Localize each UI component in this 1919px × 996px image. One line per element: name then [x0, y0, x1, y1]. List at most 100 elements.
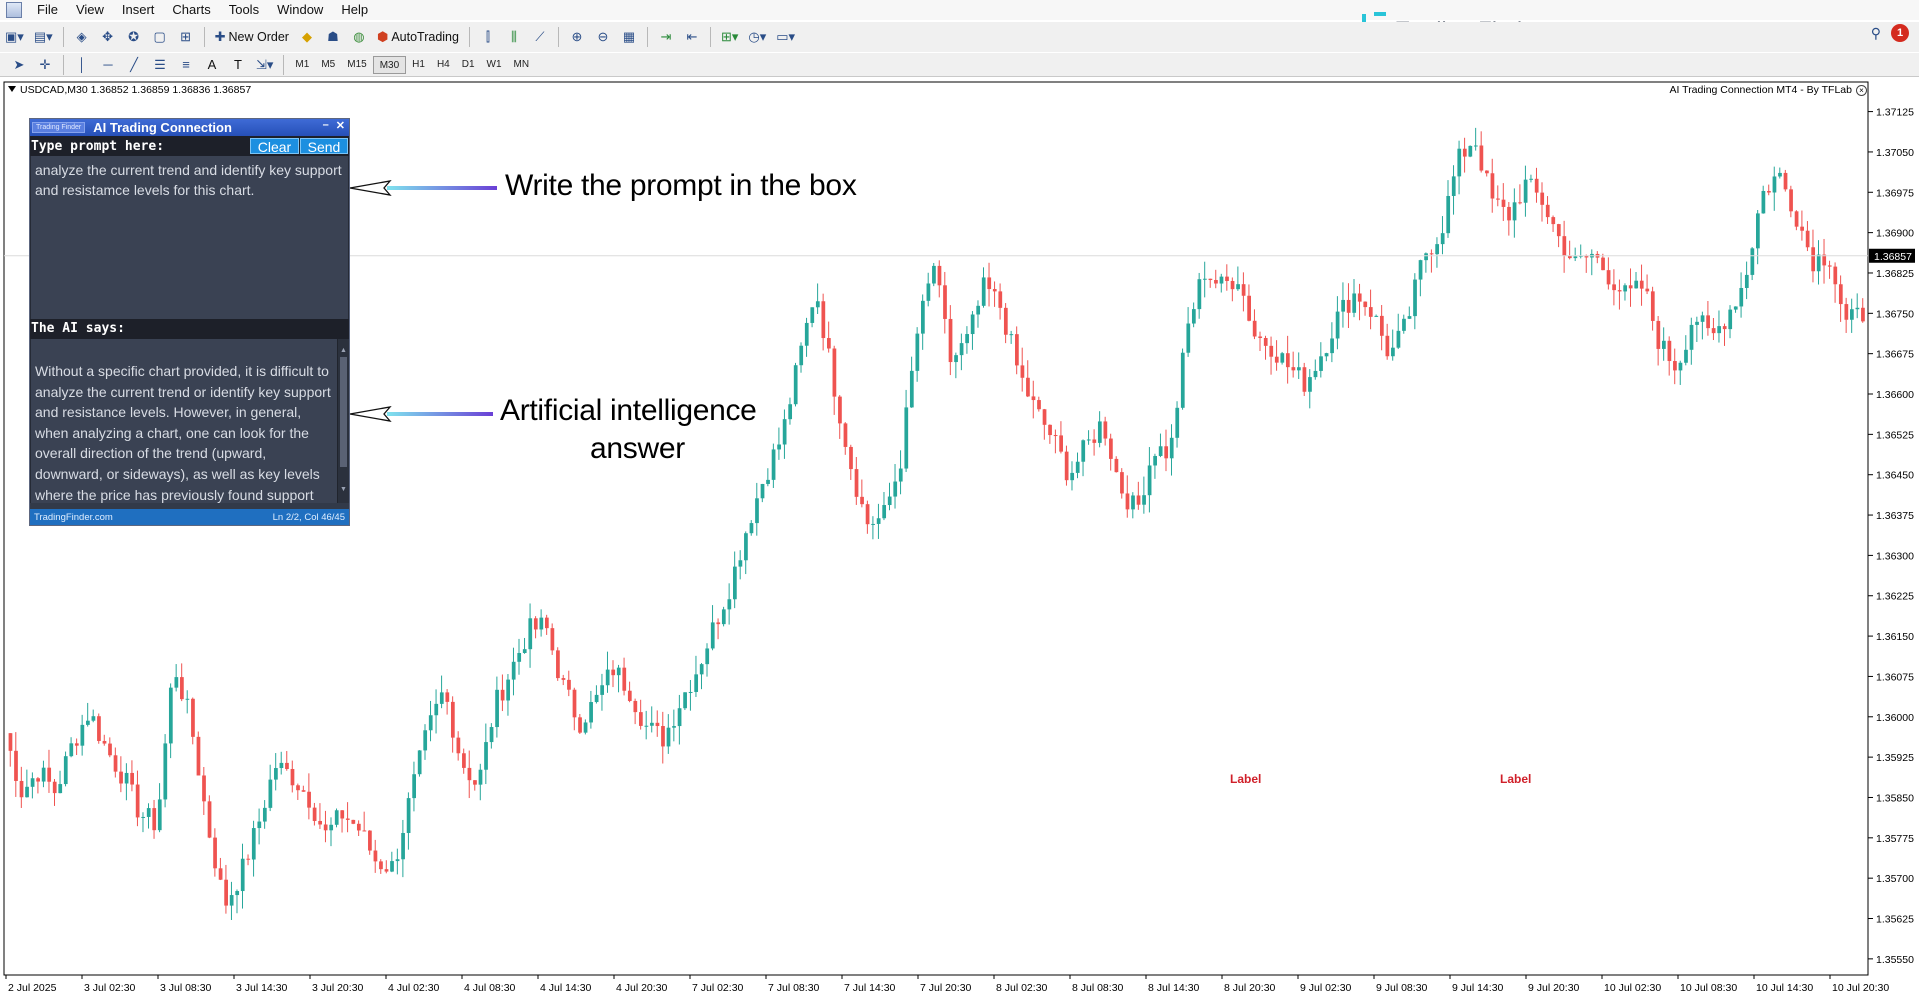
menu-insert[interactable]: Insert [113, 0, 164, 20]
trendline-icon[interactable]: ╱ [123, 54, 145, 76]
new-chart-icon[interactable]: ▣▾ [2, 26, 27, 48]
timeframe-m15[interactable]: M15 [341, 56, 372, 74]
minimize-icon[interactable]: – [323, 119, 329, 132]
strategy-tester-icon[interactable]: ⊞ [175, 26, 197, 48]
profiles-icon[interactable]: ▤▾ [31, 26, 56, 48]
vertical-line-icon[interactable]: │ [71, 54, 93, 76]
candle-body [578, 717, 582, 733]
candle-body [1556, 224, 1561, 237]
timeframe-d1[interactable]: D1 [456, 56, 481, 74]
zoom-out-icon[interactable]: ⊖ [592, 26, 614, 48]
line-chart-icon[interactable]: ⟋ [529, 26, 551, 48]
periods-icon[interactable]: ◷▾ [745, 26, 769, 48]
signals-icon[interactable]: ◍ [348, 26, 370, 48]
timeframe-w1[interactable]: W1 [481, 56, 508, 74]
close-icon[interactable]: ✕ [336, 119, 345, 132]
navigator-icon[interactable]: ✪ [123, 26, 145, 48]
timeframe-h1[interactable]: H1 [406, 56, 431, 74]
zoom-in-icon[interactable]: ⊕ [566, 26, 588, 48]
fibonacci-icon[interactable]: ≡ [175, 54, 197, 76]
data-window-icon[interactable]: ✥ [97, 26, 119, 48]
price-tick-label: 1.35850 [1876, 792, 1914, 804]
prompt-input[interactable]: analyze the current trend and identify k… [30, 156, 349, 319]
scroll-down-icon[interactable]: ▼ [340, 480, 347, 501]
candle-body [80, 724, 85, 746]
text-tool-icon[interactable]: A [201, 54, 223, 76]
cursor-icon[interactable]: ➤ [8, 54, 30, 76]
menu-file[interactable]: File [28, 0, 67, 20]
bar-chart-icon[interactable]: ⫿ [477, 26, 499, 48]
panel-header[interactable]: Trading Finder AI Trading Connection – ✕ [30, 119, 349, 136]
candle-body [1551, 217, 1556, 225]
timeframe-mn[interactable]: MN [508, 56, 536, 74]
timeframe-m1[interactable]: M1 [289, 56, 315, 74]
candle-body [821, 301, 826, 339]
menu-window[interactable]: Window [268, 0, 332, 20]
candle-body [1379, 315, 1384, 336]
collapse-triangle-icon [8, 86, 16, 92]
candle-body [583, 722, 588, 733]
new-order-button[interactable]: ✚ New Order [212, 26, 292, 48]
market-watch-icon[interactable]: ◈ [71, 26, 93, 48]
candle-body [533, 618, 538, 630]
candle-body [163, 743, 168, 800]
chart-shift-icon[interactable]: ⇤ [681, 26, 703, 48]
timeframe-h4[interactable]: H4 [431, 56, 456, 74]
candle-body [1789, 189, 1793, 212]
indicator-title: AI Trading Connection MT4 - By TFLab × [1670, 84, 1867, 96]
notification-badge[interactable]: 1 [1891, 24, 1909, 42]
crosshair-icon[interactable]: ✛ [34, 54, 56, 76]
candle-body [1330, 338, 1334, 354]
candle-body [887, 496, 892, 506]
auto-trading-button[interactable]: ⬢ AutoTrading [374, 26, 462, 48]
candle-body [683, 692, 687, 709]
candle-body [130, 772, 134, 785]
candle-body [937, 265, 942, 286]
candle-body [1717, 326, 1722, 334]
ai-response[interactable]: Without a specific chart provided, it is… [30, 339, 349, 503]
scroll-thumb[interactable] [340, 357, 347, 467]
candle-body [274, 768, 278, 780]
experts-icon[interactable]: ☗ [322, 26, 344, 48]
menu-help[interactable]: Help [332, 0, 377, 20]
clear-button[interactable]: Clear [250, 138, 299, 155]
candle-body [97, 716, 101, 741]
text-label-icon[interactable]: T [227, 54, 249, 76]
search-icon[interactable]: ⚲ [1871, 25, 1881, 42]
candle-chart-icon[interactable]: ⫼ [503, 26, 525, 48]
candle-body [428, 715, 433, 731]
ai-response-scrollbar[interactable]: ▲ ▼ [337, 339, 349, 503]
menu-tools[interactable]: Tools [220, 0, 268, 20]
candle-body [1341, 299, 1346, 312]
price-tick-label: 1.35625 [1876, 914, 1914, 926]
timeframe-m30[interactable]: M30 [372, 55, 407, 74]
horizontal-line-icon[interactable]: ─ [97, 54, 119, 76]
candle-body [909, 370, 914, 408]
candle-body [1518, 202, 1522, 204]
menu-view[interactable]: View [67, 0, 113, 20]
indicators-icon[interactable]: ⊞▾ [718, 26, 741, 48]
current-price-label: 1.36857 [1874, 251, 1912, 263]
auto-scroll-icon[interactable]: ⇥ [655, 26, 677, 48]
arrows-icon[interactable]: ⇲▾ [253, 54, 276, 76]
candle-body [1811, 247, 1816, 272]
terminal-icon[interactable]: ▢ [149, 26, 171, 48]
timeframe-m5[interactable]: M5 [315, 56, 341, 74]
close-indicator-icon[interactable]: × [1856, 85, 1867, 96]
templates-icon[interactable]: ▭▾ [773, 26, 798, 48]
tile-windows-icon[interactable]: ▦ [618, 26, 640, 48]
menu-charts[interactable]: Charts [163, 0, 219, 20]
time-tick-label: 8 Jul 14:30 [1148, 982, 1200, 994]
candle-body [47, 767, 52, 782]
channel-icon[interactable]: ☰ [149, 54, 171, 76]
candle-body [594, 694, 599, 703]
candle-body [705, 648, 710, 665]
candle-body [1252, 320, 1257, 337]
candle-body [185, 698, 190, 700]
candle-body [738, 560, 743, 567]
candle-body [1142, 495, 1146, 505]
price-tick-label: 1.36300 [1876, 550, 1914, 562]
send-button[interactable]: Send [300, 138, 348, 155]
new-order-label: New Order [228, 30, 289, 44]
metaeditor-icon[interactable]: ◆ [296, 26, 318, 48]
